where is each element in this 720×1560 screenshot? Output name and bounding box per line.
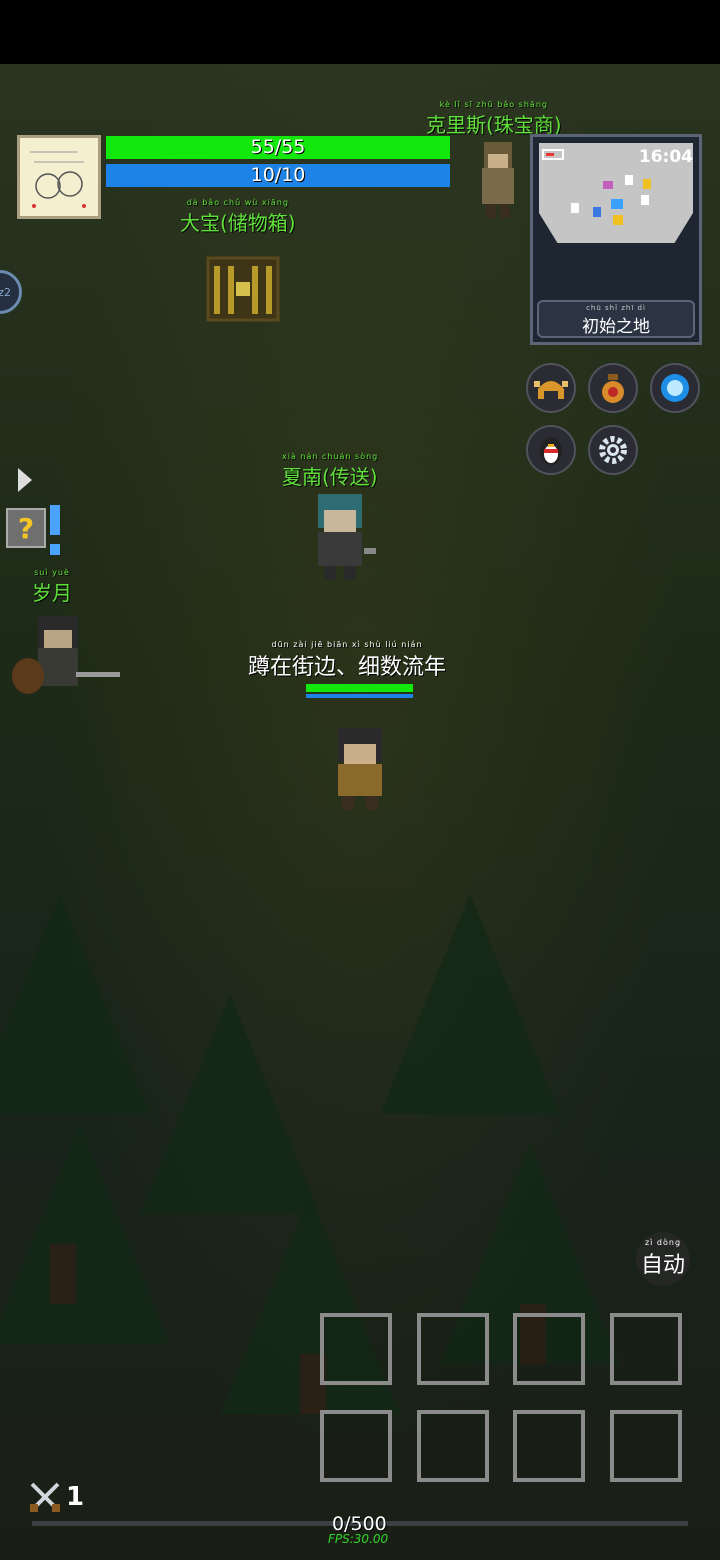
- question-icon: ?: [17, 511, 35, 545]
- avatar-drawing: [30, 151, 86, 208]
- player-overhead-hp: [306, 684, 413, 692]
- skill-slot-6[interactable]: [417, 1410, 489, 1482]
- fps-counter: FPS:30.00: [328, 1532, 389, 1546]
- npc-chest-pinyin: dà bǎo chǔ wù xiāng: [186, 198, 289, 207]
- minimap-marker: [603, 181, 613, 189]
- skill-slot-1[interactable]: [320, 1313, 392, 1385]
- location-name: 初始之地: [582, 317, 650, 337]
- npc-suiyue-label: suì yuè 岁月: [32, 568, 72, 606]
- gear-icon: [599, 436, 627, 464]
- clock-time: 16:04: [638, 147, 693, 167]
- player-level: 1: [28, 1480, 84, 1514]
- minimap-marker: [625, 175, 633, 185]
- social-button[interactable]: [526, 425, 576, 475]
- player-name: 蹲在街边、细数流年: [248, 655, 447, 680]
- npc-chest-label: dà bǎo chǔ wù xiāng 大宝(储物箱): [180, 198, 296, 236]
- npc-jeweler-sprite[interactable]: [470, 134, 526, 224]
- minimap[interactable]: 16:04 chū shǐ zhī dì 初始之地: [530, 134, 702, 345]
- crossed-swords-icon: [30, 1482, 60, 1512]
- npc-teleport-label: xià nán chuán sòng 夏南(传送): [282, 452, 378, 490]
- minimap-marker: [641, 195, 649, 205]
- equipment-button[interactable]: [526, 363, 576, 413]
- level-number: 1: [66, 1482, 85, 1512]
- skill-slot-5[interactable]: [320, 1410, 392, 1482]
- quest-indicator: [50, 505, 60, 555]
- npc-teleporter-sprite[interactable]: [300, 488, 384, 584]
- skill-slot-8[interactable]: [610, 1410, 682, 1482]
- player-name-label: dūn zài jiē biān xì shù liú nián 蹲在街边、细数…: [248, 640, 446, 681]
- potion-bag-icon: [602, 374, 624, 403]
- penguin-icon: [540, 437, 562, 465]
- player-character-sprite: [338, 728, 382, 810]
- treasure-chest-sprite[interactable]: [206, 252, 280, 324]
- skill-slot-4[interactable]: [610, 1313, 682, 1385]
- pine-tree: [0, 1124, 170, 1344]
- tree-trunk: [50, 1244, 76, 1304]
- player-mp-text: 10/10: [250, 164, 306, 186]
- battery-icon: [542, 149, 564, 160]
- npc-jeweler-label: kè lǐ sī zhū bǎo shāng 克里斯(珠宝商): [426, 100, 562, 138]
- minimap-marker: [643, 179, 651, 189]
- pine-tree: [0, 894, 150, 1114]
- player-hp-bar: 55/55: [106, 136, 450, 159]
- location-pinyin: chū shǐ zhī dì: [586, 304, 646, 312]
- npc-jeweler-pinyin: kè lǐ sī zhū bǎo shāng: [439, 100, 548, 109]
- inventory-button[interactable]: [588, 363, 638, 413]
- skill-slot-3[interactable]: [513, 1313, 585, 1385]
- npc-chest-name: 大宝(储物箱): [180, 211, 296, 235]
- skill-slot-2[interactable]: [417, 1313, 489, 1385]
- npc-teleport-pinyin: xià nán chuán sòng: [282, 452, 379, 461]
- auto-label: 自动: [640, 1253, 685, 1278]
- helmet-icon: [534, 381, 568, 399]
- settings-button[interactable]: [588, 425, 638, 475]
- expand-arrow-icon[interactable]: [18, 468, 32, 492]
- quest-button[interactable]: ?: [6, 508, 46, 548]
- player-name-pinyin: dūn zài jiē biān xì shù liú nián: [271, 640, 423, 649]
- pine-tree: [380, 894, 560, 1114]
- minimap-location: chū shǐ zhī dì 初始之地: [537, 300, 695, 338]
- npc-suiyue-sprite[interactable]: [8, 612, 122, 702]
- auto-pinyin: zì dòng: [644, 1238, 682, 1247]
- player-avatar[interactable]: [17, 135, 101, 219]
- player-overhead-mp: [306, 694, 413, 698]
- sleep-label: z2: [0, 285, 11, 299]
- status-bar: [0, 0, 720, 64]
- minimap-marker: [593, 207, 601, 217]
- crystal-icon: [661, 374, 689, 402]
- minimap-marker: [571, 203, 579, 213]
- skills-button[interactable]: [650, 363, 700, 413]
- minimap-player-marker: [613, 215, 623, 225]
- npc-suiyue-name: 岁月: [32, 581, 72, 605]
- skill-slot-7[interactable]: [513, 1410, 585, 1482]
- player-hp-text: 55/55: [250, 136, 306, 158]
- npc-teleport-name: 夏南(传送): [282, 465, 378, 489]
- npc-suiyue-pinyin: suì yuè: [34, 568, 70, 577]
- player-mp-bar: 10/10: [106, 164, 450, 187]
- auto-battle-button[interactable]: zì dòng 自动: [636, 1232, 690, 1286]
- minimap-marker: [611, 199, 623, 209]
